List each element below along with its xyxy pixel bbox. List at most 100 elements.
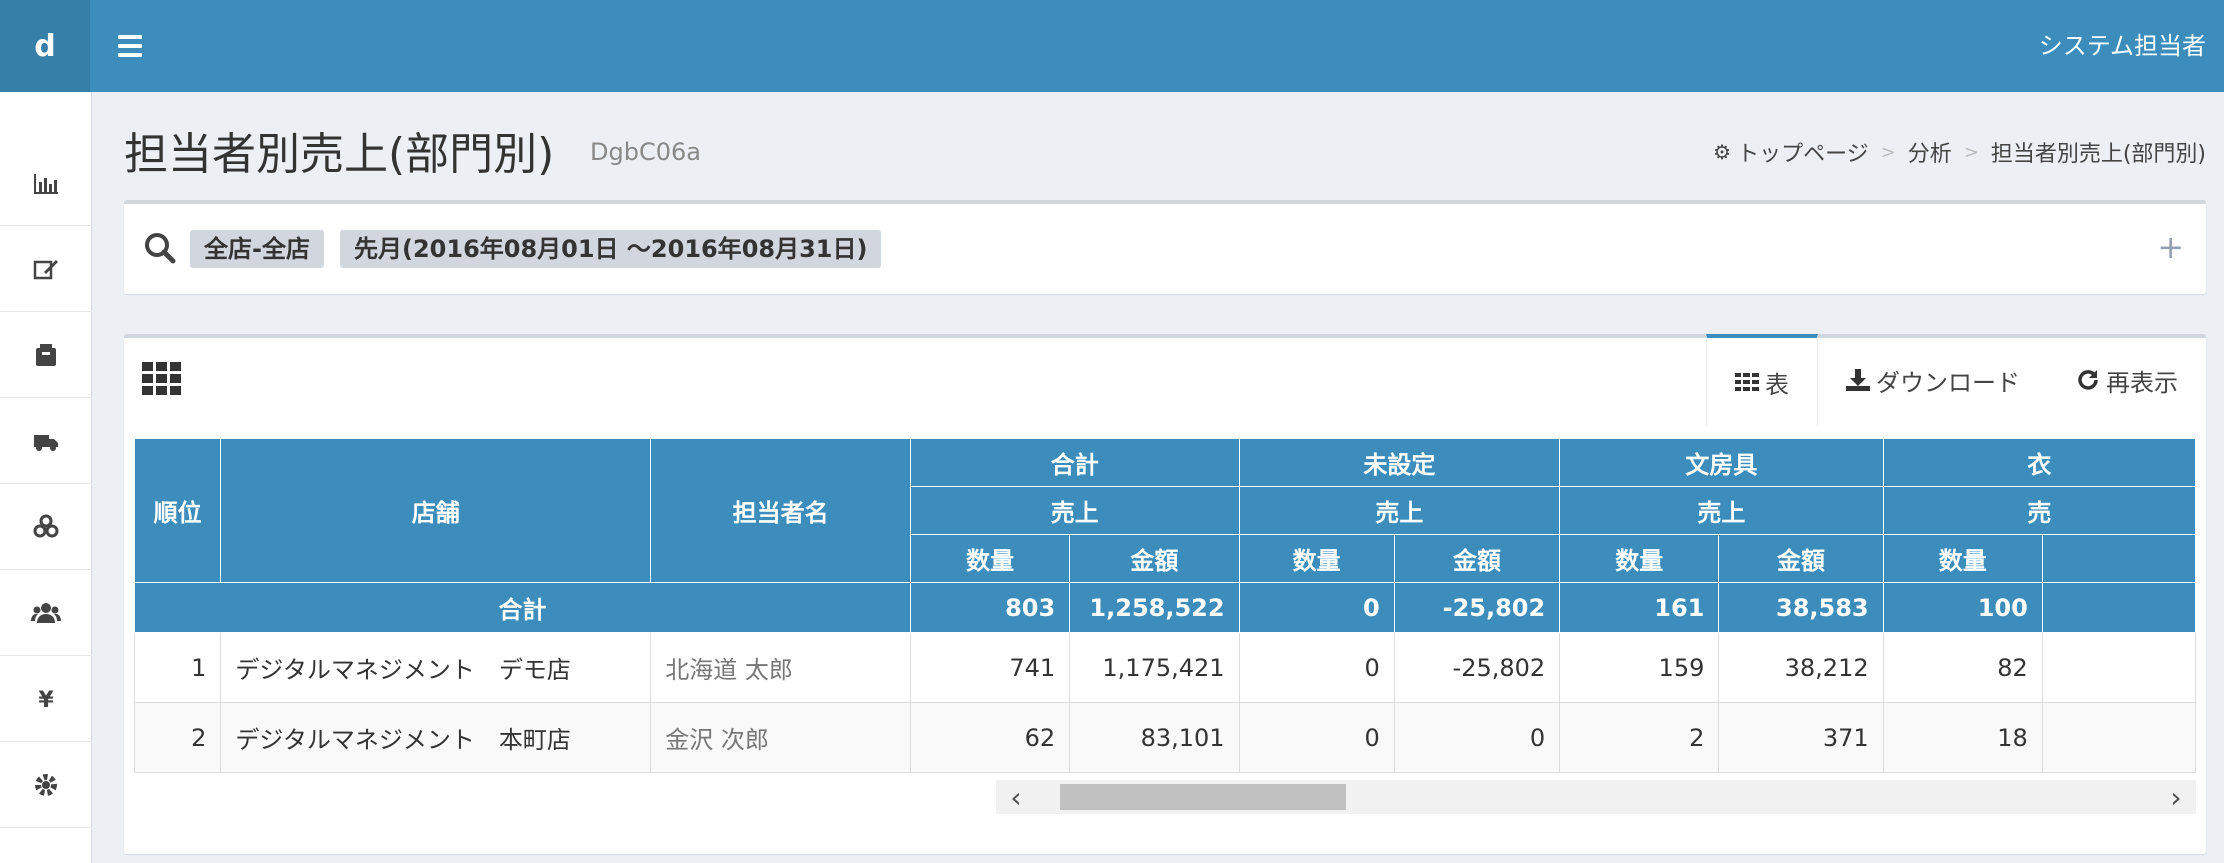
header-sales: 売上 xyxy=(1559,486,1884,535)
header-group-total: 合計 xyxy=(910,438,1240,487)
value-cell: 18 xyxy=(1882,702,2043,773)
refresh-icon xyxy=(2076,368,2100,392)
sidebar-item-customers[interactable] xyxy=(0,570,92,656)
value-cell xyxy=(2041,632,2196,703)
tab-table[interactable]: 表 xyxy=(1706,334,1818,426)
sidebar-item-products[interactable] xyxy=(0,484,92,570)
value-cell: 741 xyxy=(910,632,1071,703)
value-cell: 2 xyxy=(1559,702,1720,773)
value-cell: 38,212 xyxy=(1718,632,1884,703)
sidebar-item-entry[interactable] xyxy=(0,226,92,312)
shop-cell: デジタルマネジメント 本町店 xyxy=(220,702,652,773)
gear-icon xyxy=(31,770,61,800)
edit-icon xyxy=(31,254,61,284)
header-sales: 売 xyxy=(1882,486,2196,535)
total-cell: 38,583 xyxy=(1718,582,1884,633)
app-logo[interactable]: d xyxy=(0,0,90,92)
svg-text:¥: ¥ xyxy=(38,688,54,713)
filter-tag-period[interactable]: 先月(2016年08月01日 〜2016年08月31日) xyxy=(340,230,882,268)
breadcrumb-separator: > xyxy=(1963,141,1979,163)
download-icon xyxy=(1846,369,1870,391)
menu-toggle-icon[interactable] xyxy=(118,28,148,64)
value-cell: 62 xyxy=(910,702,1071,773)
total-row: 合計 803 1,258,522 0 -25,802 161 38,583 10… xyxy=(134,582,2196,633)
staff-cell: 金沢 次郎 xyxy=(650,702,912,773)
header-amount[interactable]: 金額 xyxy=(1393,534,1561,583)
page-title: 担当者別売上(部門別) xyxy=(124,129,555,180)
sidebar-item-inventory[interactable] xyxy=(0,312,92,398)
bar-chart-icon xyxy=(31,168,61,198)
sales-table: 順位 店舗 担当者名 合計 未設定 文房具 衣 売上 売上 売上 売 数量 金額 xyxy=(134,438,2196,773)
breadcrumb-current: 担当者別売上(部門別) xyxy=(1990,142,2206,167)
header-qty[interactable]: 数量 xyxy=(1238,534,1395,583)
filter-box: 全店-全店 先月(2016年08月01日 〜2016年08月31日) + xyxy=(124,200,2206,294)
grid-icon xyxy=(142,362,181,395)
value-cell: 1,175,421 xyxy=(1069,632,1240,703)
scrollbar-thumb[interactable] xyxy=(1060,784,1346,810)
header-group-unset: 未設定 xyxy=(1238,438,1561,487)
value-cell: 0 xyxy=(1393,702,1561,773)
tab-download-label: ダウンロード xyxy=(1876,368,2020,397)
gear-icon: ⚙ xyxy=(1713,140,1732,164)
tab-table-label: 表 xyxy=(1765,370,1789,399)
expand-filter-button[interactable]: + xyxy=(2157,228,2184,266)
sidebar-item-shipping[interactable] xyxy=(0,398,92,484)
search-icon[interactable] xyxy=(142,230,178,266)
horizontal-scrollbar[interactable]: ‹ › xyxy=(996,780,2196,814)
header-rank[interactable]: 順位 xyxy=(134,438,222,583)
sidebar-item-billing[interactable]: ¥ xyxy=(0,656,92,742)
sidebar-item-settings[interactable] xyxy=(0,742,92,828)
rank-cell: 1 xyxy=(134,632,222,703)
value-cell: 371 xyxy=(1718,702,1884,773)
header-group-clothing: 衣 xyxy=(1882,438,2196,487)
page-code: DgbC06a xyxy=(590,138,701,166)
yen-icon: ¥ xyxy=(31,684,61,714)
table-icon xyxy=(1735,373,1759,391)
header-staff[interactable]: 担当者名 xyxy=(650,438,912,583)
total-cell: 0 xyxy=(1238,582,1395,633)
table-row[interactable]: 1 デジタルマネジメント デモ店 北海道 太郎 741 1,175,421 0 … xyxy=(134,632,2196,703)
header-group-stationery: 文房具 xyxy=(1559,438,1884,487)
header-amount[interactable] xyxy=(2041,534,2196,583)
value-cell: 82 xyxy=(1882,632,2043,703)
top-navbar: d システム担当者 xyxy=(0,0,2224,92)
value-cell xyxy=(2041,702,2196,773)
rank-cell: 2 xyxy=(134,702,222,773)
total-cell: -25,802 xyxy=(1393,582,1561,633)
header-shop[interactable]: 店舗 xyxy=(220,438,652,583)
tab-refresh-label: 再表示 xyxy=(2106,368,2178,397)
header-qty[interactable]: 数量 xyxy=(1559,534,1720,583)
report-box: 表 ダウンロード 再表示 順位 店舗 担当者名 合計 未設定 文房具 衣 売上 … xyxy=(124,334,2206,854)
header-sales: 売上 xyxy=(1238,486,1561,535)
tab-download[interactable]: ダウンロード xyxy=(1818,334,2048,426)
total-cell: 803 xyxy=(910,582,1071,633)
total-cell xyxy=(2041,582,2196,633)
table-viewport: 順位 店舗 担当者名 合計 未設定 文房具 衣 売上 売上 売上 売 数量 金額 xyxy=(134,438,2196,778)
scroll-right-icon[interactable]: › xyxy=(2156,780,2196,814)
breadcrumb-analysis[interactable]: 分析 xyxy=(1908,136,1952,168)
total-label: 合計 xyxy=(134,582,912,633)
scroll-left-icon[interactable]: ‹ xyxy=(996,780,1036,814)
tab-refresh[interactable]: 再表示 xyxy=(2048,334,2206,426)
total-cell: 100 xyxy=(1882,582,2043,633)
user-menu[interactable]: システム担当者 xyxy=(2039,0,2206,92)
shop-cell: デジタルマネジメント デモ店 xyxy=(220,632,652,703)
breadcrumb: ⚙ トップページ > 分析 > 担当者別売上(部門別) xyxy=(1713,136,2206,168)
total-cell: 1,258,522 xyxy=(1069,582,1240,633)
value-cell: 0 xyxy=(1238,702,1395,773)
sidebar: ¥ xyxy=(0,92,92,863)
header-qty[interactable]: 数量 xyxy=(1882,534,2043,583)
header-sales: 売上 xyxy=(910,486,1240,535)
breadcrumb-home[interactable]: トップページ xyxy=(1737,136,1869,168)
header-amount[interactable]: 金額 xyxy=(1718,534,1884,583)
value-cell: 159 xyxy=(1559,632,1720,703)
value-cell: 83,101 xyxy=(1069,702,1240,773)
header-qty[interactable]: 数量 xyxy=(910,534,1071,583)
value-cell: 0 xyxy=(1238,632,1395,703)
sidebar-item-analysis[interactable] xyxy=(0,140,92,226)
header-amount[interactable]: 金額 xyxy=(1069,534,1240,583)
archive-icon xyxy=(31,340,61,370)
table-row[interactable]: 2 デジタルマネジメント 本町店 金沢 次郎 62 83,101 0 0 2 3… xyxy=(134,702,2196,773)
filter-tag-store[interactable]: 全店-全店 xyxy=(190,230,324,268)
total-cell: 161 xyxy=(1559,582,1720,633)
